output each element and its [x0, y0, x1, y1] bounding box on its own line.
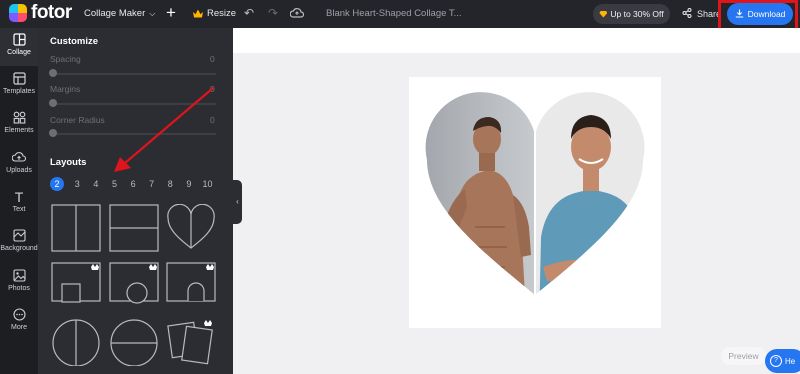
annotation-arrow — [114, 87, 214, 172]
